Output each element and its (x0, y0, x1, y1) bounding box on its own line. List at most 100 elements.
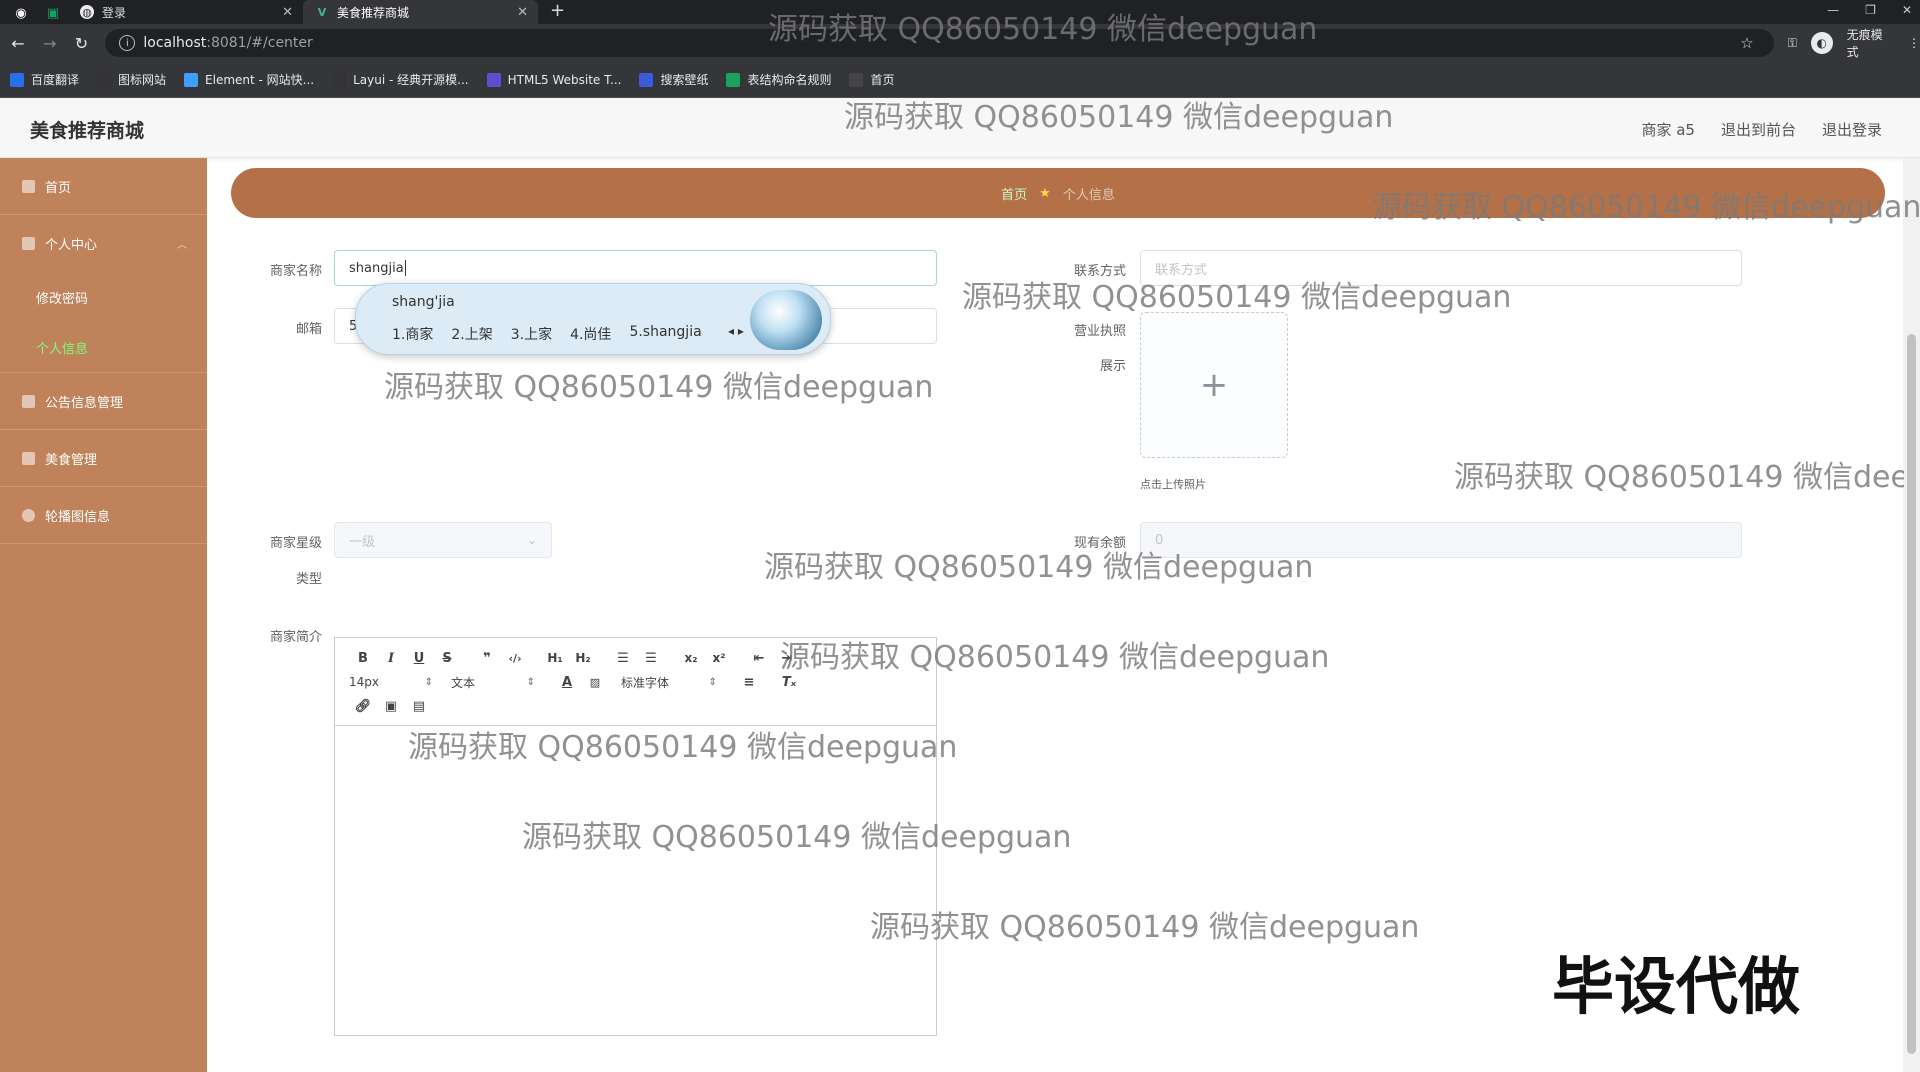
sidebar-item-carousel[interactable]: 轮播图信息 (0, 487, 207, 544)
background-color-icon[interactable]: ▨ (581, 676, 609, 689)
bookmark-star-icon[interactable]: ☆ (1740, 34, 1753, 52)
tab-login[interactable]: ◍ 登录 ✕ (68, 0, 303, 24)
heading1-icon[interactable]: H₁ (541, 651, 569, 665)
watermark: 源码获取 QQ86050149 微信deepguan (780, 640, 1330, 675)
subscript-icon[interactable]: x₂ (677, 651, 705, 665)
sidebar: 首页 个人中心 ︿ 修改密码 个人信息 公告信息管理 美食管理 轮播图信息 (0, 158, 207, 1072)
bookmark-item[interactable]: 图标网站 (97, 71, 166, 88)
align-icon[interactable]: ≡ (735, 675, 763, 690)
ime-candidate[interactable]: 1.商家 (392, 324, 433, 344)
ime-candidate[interactable]: 5.shangjia (629, 324, 701, 344)
incognito-icon[interactable]: ◐ (1810, 32, 1833, 54)
breadcrumb-current: 个人信息 (1062, 187, 1115, 203)
link-icon[interactable]: 🔗︎ (349, 699, 377, 714)
bookmark-item[interactable]: Layui - 经典开源模... (332, 71, 469, 88)
user-icon (22, 237, 35, 250)
vue-icon: V (317, 5, 327, 19)
chevron-down-icon: ⌄ (526, 533, 537, 547)
tab-title: 登录 (102, 5, 127, 20)
sidebar-item-personal-info[interactable]: 个人信息 (0, 322, 207, 372)
forward-icon[interactable]: → (36, 34, 64, 53)
license-label-2: 展示 (1099, 359, 1126, 374)
sidebar-item-notice-mgmt[interactable]: 公告信息管理 (0, 373, 207, 430)
blockquote-icon[interactable]: ❞ (473, 651, 501, 666)
bookmark-item[interactable]: 搜索壁纸 (639, 71, 708, 88)
bookmark-favicon-icon (639, 72, 654, 87)
bookmark-favicon-icon (726, 72, 741, 87)
font-family-select[interactable]: 标准字体 ⇕ (621, 674, 717, 691)
sidebar-group-personal-center: 个人中心 ︿ 修改密码 个人信息 (0, 215, 207, 373)
text-type-select[interactable]: 文本 ⇕ (451, 674, 535, 691)
italic-icon[interactable]: I (377, 651, 405, 666)
ime-candidate[interactable]: 4.尚佳 (570, 324, 611, 344)
page-scrollbar[interactable] (1903, 158, 1920, 1072)
sidebar-item-personal-center[interactable]: 个人中心 ︿ (0, 215, 207, 272)
watermark: 源码获取 QQ86050149 微信deepguan (408, 730, 958, 765)
font-family-value: 标准字体 (621, 675, 670, 690)
window-controls: — ❐ ✕ (1827, 0, 1912, 20)
bold-icon[interactable]: B (349, 651, 377, 666)
logout-link[interactable]: 退出登录 (1822, 119, 1882, 140)
more-menu-icon[interactable]: ⋮ (1908, 36, 1920, 50)
underline-icon[interactable]: U (405, 651, 433, 666)
ime-candidate[interactable]: 3.上家 (511, 324, 552, 344)
star-icon: ★ (1039, 185, 1051, 201)
globe-icon: ◍ (80, 5, 94, 19)
image-icon[interactable]: ▣ (377, 699, 405, 714)
new-tab-button[interactable]: + (550, 0, 565, 24)
ordered-list-icon[interactable]: ☰ (609, 651, 637, 666)
bullet-list-icon[interactable]: ☰ (637, 651, 665, 666)
ime-pager-icon[interactable]: ◂ ▸ (728, 324, 744, 338)
video-icon[interactable]: ▤ (405, 699, 433, 714)
bookmark-label: 首页 (870, 73, 895, 87)
font-color-icon[interactable]: A (553, 675, 581, 690)
outdent-icon[interactable]: ⇤ (745, 651, 773, 666)
code-icon[interactable]: ‹/› (501, 652, 529, 665)
sidebar-item-change-password[interactable]: 修改密码 (0, 272, 207, 322)
bookmark-label: Layui - 经典开源模... (353, 73, 469, 87)
clear-format-icon[interactable]: Tₓ (775, 675, 803, 690)
bookmark-label: Element - 网站快... (205, 73, 315, 87)
strike-icon[interactable]: S (433, 651, 461, 666)
tab-close-icon[interactable]: ✕ (517, 5, 528, 20)
minimize-icon[interactable]: — (1827, 0, 1839, 20)
breadcrumb-home[interactable]: 首页 (1001, 184, 1027, 203)
heading2-icon[interactable]: H₂ (569, 651, 597, 665)
bookmark-item[interactable]: 首页 (849, 71, 895, 88)
restore-icon[interactable]: ❐ (1865, 0, 1876, 20)
superscript-icon[interactable]: x² (705, 651, 733, 665)
bookmark-label: HTML5 Website T... (507, 72, 622, 87)
sidebar-item-food-mgmt[interactable]: 美食管理 (0, 430, 207, 487)
pinned-tab-icon[interactable]: ▣ (42, 2, 64, 24)
bookmark-favicon-icon (849, 72, 864, 87)
document-icon (22, 394, 35, 408)
editor-content[interactable] (335, 726, 936, 1036)
merchant-level-value: 一级 (349, 534, 376, 550)
bookmark-favicon-icon (332, 72, 347, 87)
bookmark-item[interactable]: Element - 网站快... (184, 71, 314, 88)
bookmark-item[interactable]: 百度翻译 (10, 71, 79, 88)
upload-image-button[interactable]: + (1140, 312, 1288, 458)
back-icon[interactable]: ← (4, 34, 32, 53)
bookmark-item[interactable]: HTML5 Website T... (486, 72, 622, 87)
bookmark-item[interactable]: 表结构命名规则 (726, 71, 831, 88)
scrollbar-thumb[interactable] (1907, 334, 1916, 1054)
key-icon[interactable]: ⚿ (1788, 36, 1797, 51)
browser-menu-icon[interactable]: ◉ (10, 2, 32, 24)
select-arrows-icon: ⇕ (708, 676, 717, 688)
reload-icon[interactable]: ↻ (68, 34, 96, 53)
merchant-level-label: 商家星级 (269, 536, 322, 551)
tab-food-mall[interactable]: V 美食推荐商城 ✕ (303, 0, 538, 24)
tab-close-icon[interactable]: ✕ (282, 5, 293, 20)
close-window-icon[interactable]: ✕ (1902, 0, 1912, 20)
bookmark-label: 表结构命名规则 (747, 73, 832, 87)
plus-icon: + (1199, 365, 1229, 405)
merchant-name-input[interactable]: shangjia (334, 250, 937, 286)
ime-candidate[interactable]: 2.上架 (451, 324, 492, 344)
ime-pinyin: shang'jia (392, 294, 455, 310)
font-size-select[interactable]: 14px ⇕ (349, 675, 433, 689)
site-info-icon[interactable]: i (119, 35, 136, 51)
back-to-front-link[interactable]: 退出到前台 (1721, 119, 1796, 140)
text-type-value: 文本 (451, 675, 476, 690)
sidebar-item-home[interactable]: 首页 (0, 158, 207, 215)
